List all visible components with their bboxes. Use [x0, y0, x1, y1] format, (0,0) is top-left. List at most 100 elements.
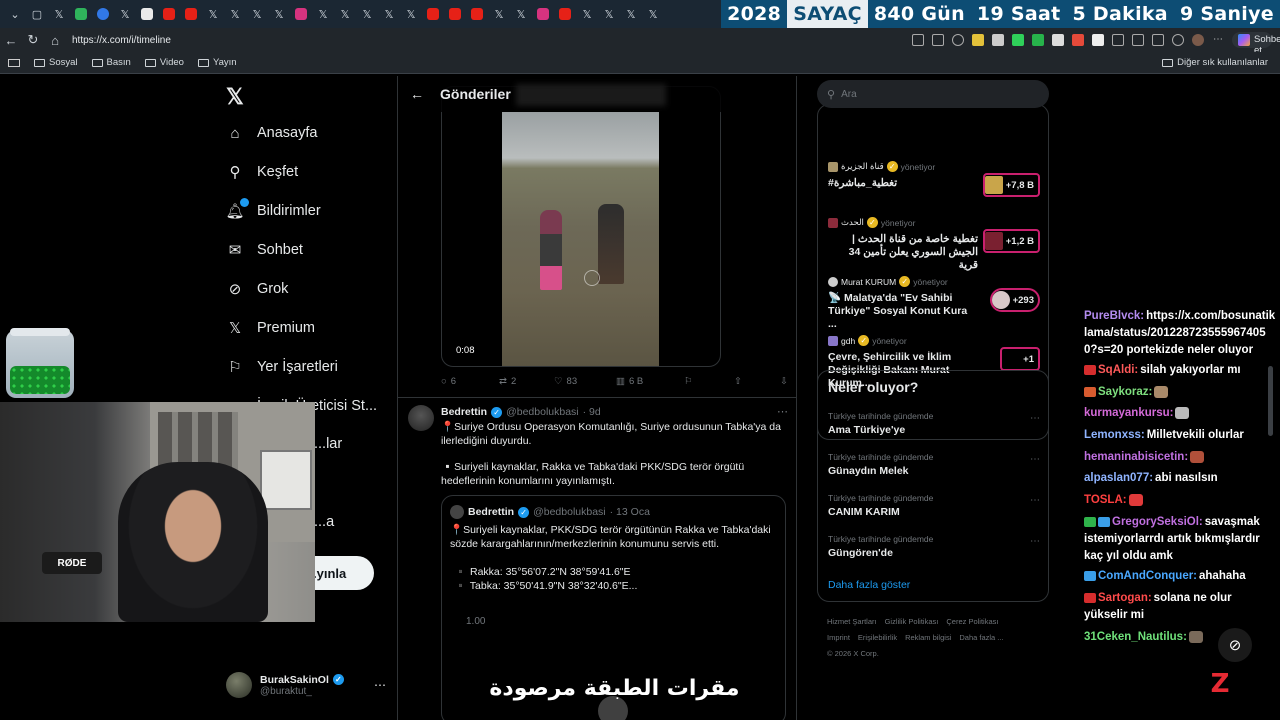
extension-icon[interactable]	[1052, 34, 1064, 46]
nav-grok[interactable]: ⊘ Grok	[226, 280, 289, 298]
tab-youtube-icon[interactable]	[158, 0, 180, 28]
more-icon[interactable]: ⋯	[374, 678, 386, 692]
tab-x-icon[interactable]: 𝕏	[312, 0, 334, 28]
nav-partial[interactable]: ...lar	[314, 436, 342, 452]
scrollbar[interactable]	[1268, 366, 1273, 436]
trend-item[interactable]: Türkiye tarihinde gündemde CANIM KARIM ⋯	[828, 493, 1040, 518]
live-item[interactable]: الحدث ✓ yönetiyor تغطية خاصة من قناة الحدث…	[828, 217, 1040, 272]
show-more-link[interactable]: Daha fazla göster	[828, 579, 910, 591]
tab-youtube-icon[interactable]	[444, 0, 466, 28]
tab-x-icon[interactable]: 𝕏	[378, 0, 400, 28]
footer-link[interactable]: Gizlilik Politikası	[885, 617, 939, 626]
bookmark-folder[interactable]: Sosyal	[34, 57, 78, 68]
tab-x-icon[interactable]: 𝕏	[202, 0, 224, 28]
bookmark-button[interactable]: ⚐	[684, 376, 734, 387]
favorites-icon[interactable]	[1132, 34, 1144, 46]
url-field[interactable]: https://x.com/i/timeline	[72, 35, 792, 46]
download-button[interactable]: ⇩	[780, 376, 788, 387]
home-icon[interactable]: ⌂	[44, 33, 66, 48]
live-item[interactable]: قناة الجزيرة ✓ yönetiyor #تغطية_مباشرة +7,…	[828, 161, 1040, 197]
tab-x-icon[interactable]: 𝕏	[510, 0, 532, 28]
search-box[interactable]: ⚲ Ara	[817, 80, 1049, 108]
footer-link[interactable]: Reklam bilgisi	[905, 633, 951, 642]
extension-icon[interactable]	[1012, 34, 1024, 46]
more-menu-icon[interactable]: ⋯	[1212, 34, 1224, 46]
avatar[interactable]	[408, 405, 434, 431]
split-screen-icon[interactable]	[1112, 34, 1124, 46]
favorite-star-icon[interactable]	[952, 34, 964, 46]
author-name[interactable]: Bedrettin	[441, 406, 487, 418]
tab-youtube-icon[interactable]	[422, 0, 444, 28]
read-aloud-icon[interactable]	[932, 34, 944, 46]
play-icon[interactable]	[584, 270, 600, 286]
bookmark-folder[interactable]: Video	[144, 57, 184, 68]
tab-x-icon[interactable]: 𝕏	[114, 0, 136, 28]
trend-item[interactable]: Türkiye tarihinde gündemde Güngören'de ⋯	[828, 534, 1040, 559]
grok-icon[interactable]: ⊘	[1218, 628, 1252, 662]
nav-partial[interactable]: ...a	[314, 514, 334, 530]
views-button[interactable]: ▥ 6 B	[616, 376, 684, 387]
tab-actions-icon[interactable]: ⌄	[4, 0, 26, 28]
tab-x-icon[interactable]: 𝕏	[598, 0, 620, 28]
reader-icon[interactable]	[912, 34, 924, 46]
nav-notifications[interactable]: 🔔︎ Bildirimler	[225, 198, 321, 220]
tab-youtube-icon[interactable]	[466, 0, 488, 28]
tab-blue-icon[interactable]	[92, 0, 114, 28]
account-switcher[interactable]: BurakSakinOl ✓ @buraktut_ ⋯	[226, 672, 386, 698]
workspaces-icon[interactable]: ▢	[26, 0, 48, 28]
tab-x-icon[interactable]: 𝕏	[620, 0, 642, 28]
tab-instagram-icon[interactable]	[532, 0, 554, 28]
trend-item[interactable]: Türkiye tarihinde gündemde Günaydın Melek…	[828, 452, 1040, 477]
footer-link[interactable]: Daha fazla ...	[959, 633, 1003, 642]
extension-icon[interactable]	[1092, 34, 1104, 46]
video-frame[interactable]	[502, 112, 659, 366]
play-icon[interactable]	[598, 696, 628, 720]
extension-icon[interactable]	[1072, 34, 1084, 46]
video-media[interactable]: 0:08	[441, 86, 721, 367]
tab-gmail-icon[interactable]	[136, 0, 158, 28]
repost-button[interactable]: ⇄ 2	[499, 376, 554, 387]
profile-avatar[interactable]	[1192, 34, 1204, 46]
more-icon[interactable]: ⋯	[777, 405, 788, 418]
trend-item[interactable]: Türkiye tarihinde gündemde Ama Türkiye'ye…	[828, 411, 1040, 436]
reply-button[interactable]: ○ 6	[441, 376, 499, 387]
nav-premium[interactable]: 𝕏 Premium	[226, 319, 315, 337]
share-button[interactable]: ⇧	[734, 376, 780, 387]
nav-home[interactable]: ⌂ Anasayfa	[226, 124, 317, 142]
bookmark-folder[interactable]: Basın	[91, 57, 131, 68]
footer-link[interactable]: Hizmet Şartları	[827, 617, 877, 626]
like-button[interactable]: ♡ 83	[554, 376, 616, 387]
extension-icon[interactable]	[992, 34, 1004, 46]
footer-link[interactable]: Erişilebilirlik	[858, 633, 897, 642]
more-icon[interactable]: ⋯	[1030, 536, 1040, 547]
more-icon[interactable]: ⋯	[1030, 454, 1040, 465]
live-listeners-pill[interactable]: +1,2 B	[982, 229, 1040, 253]
nav-chat[interactable]: ✉ Sohbet	[226, 241, 303, 259]
tab-green-icon[interactable]	[70, 0, 92, 28]
collections-icon[interactable]	[1152, 34, 1164, 46]
nav-explore[interactable]: ⚲ Keşfet	[226, 163, 299, 181]
quoted-tweet[interactable]: Bedrettin ✓ @bedbolukbasi · 13 Oca 📍Suri…	[441, 495, 786, 720]
footer-link[interactable]: Çerez Politikası	[946, 617, 998, 626]
extension-icon[interactable]	[972, 34, 984, 46]
copilot-button[interactable]: Sohbet et	[1232, 32, 1280, 56]
tab-x-icon[interactable]: 𝕏	[400, 0, 422, 28]
tab-x-icon[interactable]: 𝕏	[224, 0, 246, 28]
tab-x-icon[interactable]: 𝕏	[576, 0, 598, 28]
tab-youtube-icon[interactable]	[180, 0, 202, 28]
extension-icon[interactable]	[1032, 34, 1044, 46]
live-listeners-pill[interactable]: +1	[1000, 347, 1040, 371]
tab-youtube-icon[interactable]	[554, 0, 576, 28]
tab-x-icon[interactable]: 𝕏	[246, 0, 268, 28]
tab-instagram-icon[interactable]	[290, 0, 312, 28]
live-listeners-pill[interactable]: +7,8 B	[982, 173, 1040, 197]
back-arrow-icon[interactable]: ←	[0, 33, 22, 48]
tab-x-icon[interactable]: 𝕏	[642, 0, 664, 28]
tab-x-icon[interactable]: 𝕏	[488, 0, 510, 28]
live-listeners-pill[interactable]: +293	[989, 288, 1040, 312]
more-icon[interactable]: ⋯	[1030, 413, 1040, 424]
tab-x-icon[interactable]: 𝕏	[334, 0, 356, 28]
tab-x-icon[interactable]: 𝕏	[48, 0, 70, 28]
bookmark-folder[interactable]: Yayın	[197, 57, 237, 68]
reading-list-icon[interactable]	[8, 58, 20, 67]
